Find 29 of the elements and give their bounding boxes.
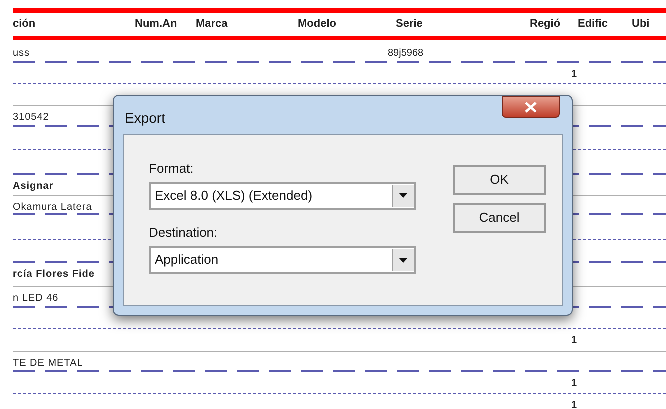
close-button[interactable]	[502, 96, 560, 118]
description-cell-text: n LED 46	[13, 292, 60, 306]
description-cell-text: rcía Flores Fide	[13, 268, 96, 282]
column-header: Edific	[578, 17, 609, 32]
destination-dropdown[interactable]: Application	[149, 246, 416, 274]
column-header: Num.An	[135, 17, 178, 32]
column-header: Serie	[395, 17, 424, 32]
cancel-button[interactable]: Cancel	[453, 203, 546, 233]
description-cell-text: uss	[13, 47, 32, 61]
caret-icon	[399, 193, 408, 198]
column-header: Ubi	[632, 17, 651, 32]
column-header: Regió	[530, 17, 562, 32]
column-header: Marca	[196, 17, 229, 32]
column-header: ción	[13, 17, 37, 32]
description-cell-text: Okamura Latera	[13, 201, 94, 215]
description-cell-text: TE DE METAL	[13, 357, 84, 371]
destination-label: Destination:	[149, 224, 219, 242]
count-cell-text: 1	[571, 334, 578, 348]
close-icon	[525, 102, 537, 112]
ok-button[interactable]: OK	[453, 165, 546, 195]
count-cell-text: 1	[571, 399, 578, 409]
dialog-title: Export	[125, 109, 166, 128]
description-cell-text: Asignar	[13, 180, 55, 194]
serial-cell-text: 89j5968	[388, 47, 425, 61]
format-dropdown[interactable]: Excel 8.0 (XLS) (Extended)	[149, 182, 416, 210]
format-label: Format:	[149, 160, 195, 178]
count-cell-text: 1	[571, 68, 578, 82]
column-header: Modelo	[298, 17, 338, 32]
count-cell-text: 1	[571, 377, 578, 391]
